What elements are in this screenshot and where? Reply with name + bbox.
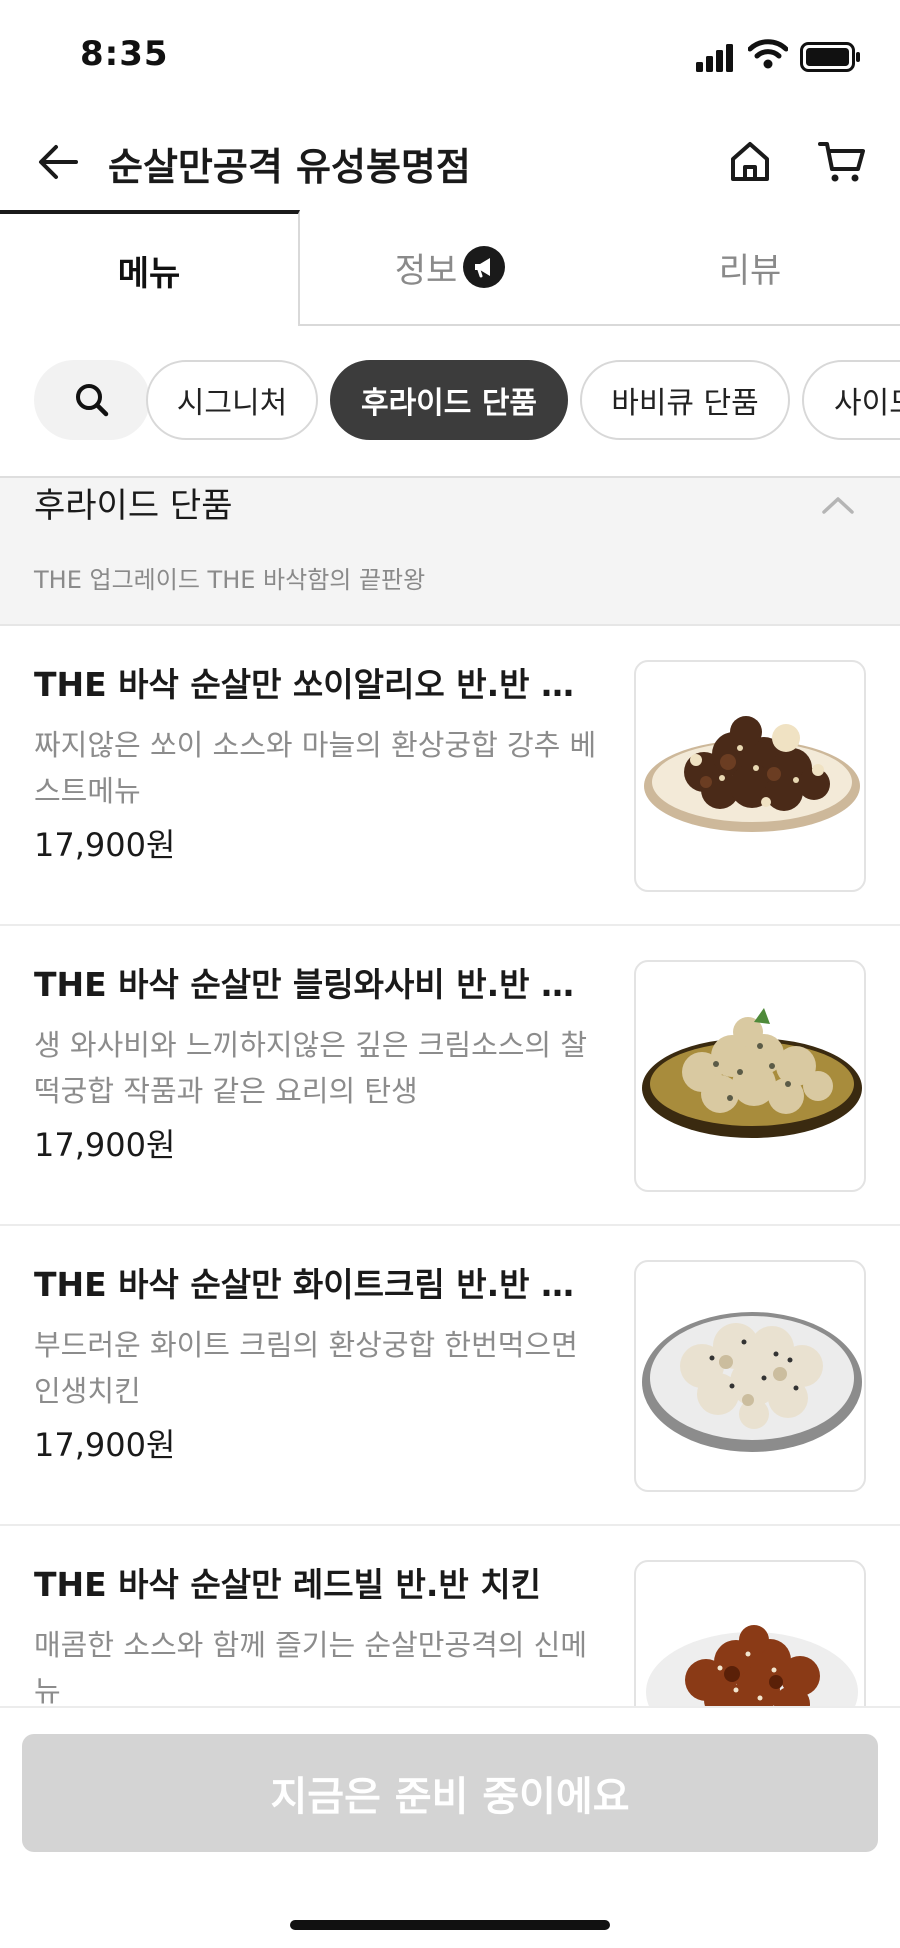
home-button[interactable] [720, 132, 780, 192]
tab-info-label: 정보 [394, 250, 458, 291]
store-tabs: 메뉴 정보 리뷰 [0, 210, 900, 326]
menu-item-price: 17,900원 [34, 1426, 176, 1464]
menu-item-description: 매콤한 소스와 함께 즐기는 순살만공격의 신메뉴 [34, 1628, 588, 1706]
section-title: 후라이드 단품 [34, 486, 233, 526]
menu-item-name: THE 바삭 순살만 레드빌 반.반 치킨 [34, 1565, 541, 1604]
menu-item-image [634, 1260, 866, 1492]
tab-review-label: 리뷰 [718, 250, 782, 291]
category-chip-side[interactable]: 사이드 [802, 360, 900, 440]
menu-item[interactable]: THE 바삭 순살만 블링와사비 반.반 치킨 생 와사비와 느끼하지않은 깊은… [0, 926, 900, 1226]
menu-item-description: 생 와사비와 느끼하지않은 깊은 크림소스의 찰떡궁합 작품과 같은 요리의 탄… [34, 1028, 588, 1108]
menu-item-price: 17,900원 [34, 1126, 176, 1164]
menu-section-header[interactable]: 후라이드 단품 THE 업그레이드 THE 바삭함의 끝판왕 [0, 476, 900, 626]
signal-icon [696, 44, 733, 72]
app-header: 순살만공격 유성봉명점 [0, 112, 900, 212]
arrow-left-icon [39, 145, 78, 179]
page-title: 순살만공격 유성봉명점 [108, 145, 471, 189]
battery-icon [800, 42, 860, 72]
menu-item-name: THE 바삭 순살만 화이트크림 반.반 치킨 [34, 1265, 594, 1304]
menu-search-button[interactable] [34, 360, 150, 440]
category-chip-bbq-single[interactable]: 바비큐 단품 [580, 360, 790, 440]
tab-menu-label: 메뉴 [117, 253, 181, 294]
chevron-up-icon [822, 497, 854, 514]
tab-review[interactable]: 리뷰 [600, 210, 900, 326]
cart-button[interactable] [812, 132, 872, 192]
section-description: THE 업그레이드 THE 바삭함의 끝판왕 [34, 566, 426, 594]
menu-item[interactable]: THE 바삭 순살만 화이트크림 반.반 치킨 부드러운 화이트 크림의 환상궁… [0, 1226, 900, 1526]
category-chips: 시그니처 후라이드 단품 바비큐 단품 사이드 [0, 356, 900, 444]
bottom-bar: 지금은 준비 중이에요 [0, 1706, 900, 1948]
menu-item-image [634, 1560, 866, 1706]
menu-item[interactable]: THE 바삭 순살만 레드빌 반.반 치킨 매콤한 소스와 함께 즐기는 순살만… [0, 1526, 900, 1706]
megaphone-icon [463, 246, 506, 288]
menu-item-description: 짜지않은 쏘이 소스와 마늘의 환상궁합 강추 베스트메뉴 [34, 728, 597, 808]
category-chip-fried-single[interactable]: 후라이드 단품 [330, 360, 568, 440]
menu-item-price: 17,900원 [34, 826, 176, 864]
menu-item-description: 부드러운 화이트 크림의 환상궁합 한번먹으면 인생치킨 [34, 1328, 578, 1408]
status-time: 8:35 [80, 34, 169, 74]
order-button-disabled[interactable]: 지금은 준비 중이에요 [22, 1734, 878, 1852]
menu-item-name: THE 바삭 순살만 블링와사비 반.반 치킨 [34, 965, 594, 1004]
menu-item[interactable]: THE 바삭 순살만 쏘이알리오 반.반 치킨 짜지않은 쏘이 소스와 마늘의 … [0, 626, 900, 926]
wifi-icon [748, 39, 788, 69]
search-icon [76, 384, 109, 417]
tab-info[interactable]: 정보 [300, 210, 600, 326]
cart-icon [818, 142, 865, 182]
category-chip-signature[interactable]: 시그니처 [146, 360, 318, 440]
status-bar: 8:35 [0, 0, 900, 112]
menu-item-image [634, 960, 866, 1192]
home-indicator[interactable] [290, 1920, 610, 1930]
home-icon [731, 142, 769, 181]
menu-item-name: THE 바삭 순살만 쏘이알리오 반.반 치킨 [34, 665, 594, 704]
tab-menu[interactable]: 메뉴 [0, 210, 300, 326]
back-button[interactable] [30, 134, 86, 190]
menu-item-image [634, 660, 866, 892]
